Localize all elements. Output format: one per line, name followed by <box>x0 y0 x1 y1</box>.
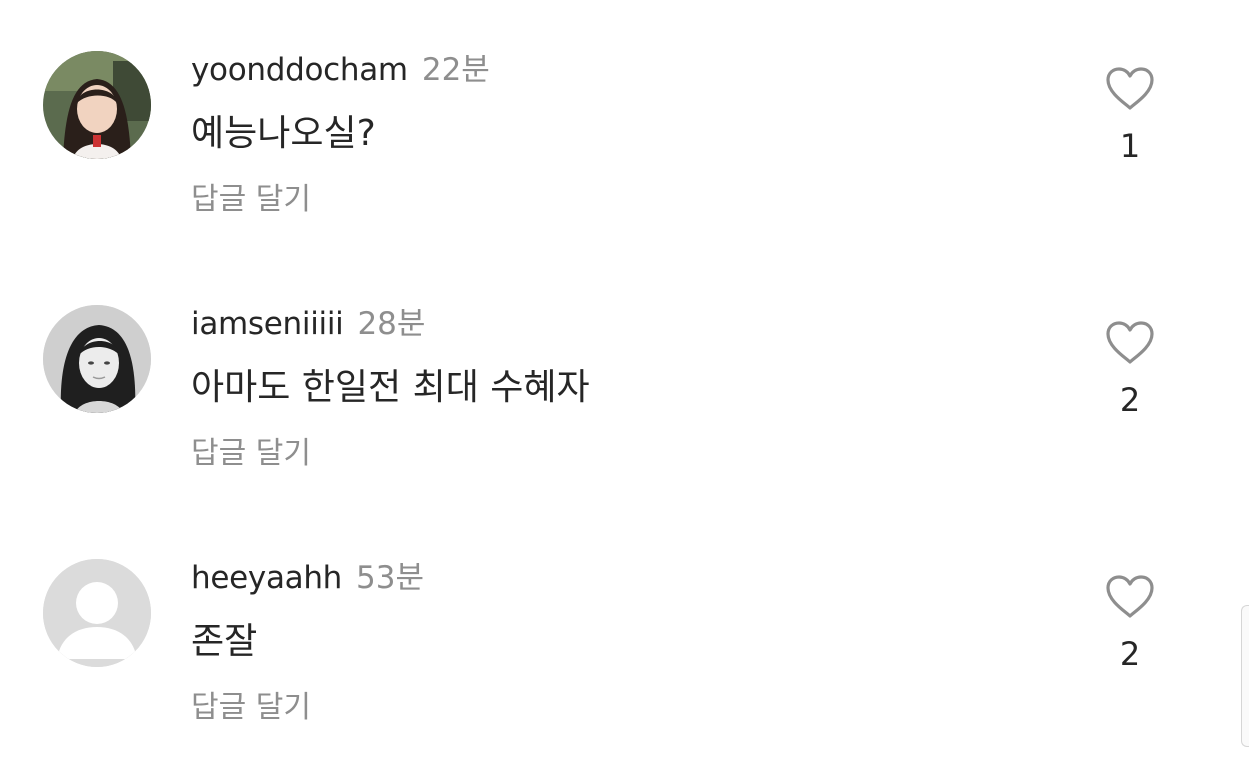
like-button[interactable] <box>1104 574 1156 620</box>
username-link[interactable]: heeyaahh <box>191 560 342 596</box>
like-count: 2 <box>1119 381 1141 419</box>
like-button[interactable] <box>1104 66 1156 112</box>
heart-icon <box>1106 321 1154 364</box>
heart-icon <box>1106 67 1154 110</box>
comment-item: heeyaahh 53분 존잘 답글 달기 2 <box>0 508 1249 762</box>
avatar[interactable] <box>43 305 151 413</box>
like-count: 2 <box>1119 635 1141 673</box>
user-photo-icon <box>43 305 151 413</box>
comment-text: 아마도 한일전 최대 수혜자 <box>191 367 590 408</box>
timestamp: 22분 <box>421 52 490 88</box>
default-user-icon <box>43 559 151 667</box>
side-scroll-handle[interactable] <box>1241 605 1249 747</box>
like-count: 1 <box>1119 127 1141 165</box>
comment-text: 예능나오실? <box>191 113 376 154</box>
timestamp: 53분 <box>356 560 424 596</box>
comment-item: yoonddocham 22분 예능나오실? 답글 달기 1 <box>0 0 1249 254</box>
avatar[interactable] <box>43 51 151 159</box>
comment-header: yoonddocham 22분 <box>191 50 490 90</box>
reply-button[interactable]: 답글 달기 <box>191 180 311 220</box>
comment-header: heeyaahh 53분 <box>191 558 424 598</box>
heart-icon <box>1106 575 1154 618</box>
comment-text: 존잘 <box>191 621 258 662</box>
user-photo-icon <box>43 51 151 159</box>
username-link[interactable]: iamseniiiii <box>191 306 344 342</box>
comment-header: iamseniiiii 28분 <box>191 304 425 344</box>
username-link[interactable]: yoonddocham <box>191 52 408 88</box>
reply-button[interactable]: 답글 달기 <box>191 434 311 474</box>
timestamp: 28분 <box>357 306 426 342</box>
reply-button[interactable]: 답글 달기 <box>191 688 311 728</box>
comment-item: iamseniiiii 28분 아마도 한일전 최대 수혜자 답글 달기 2 <box>0 254 1249 508</box>
like-button[interactable] <box>1104 320 1156 366</box>
avatar[interactable] <box>43 559 151 667</box>
